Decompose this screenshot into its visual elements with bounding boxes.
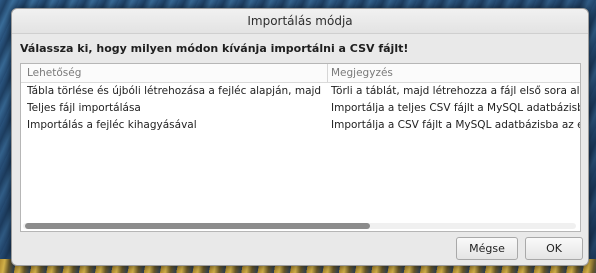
list-row[interactable]: Teljes fájl importálása Importálja a tel… [21,101,580,118]
row-option: Tábla törlése és újbóli létrehozása a fe… [27,85,323,97]
column-header-option[interactable]: Lehetőség [27,67,81,79]
row-option: Importálás a fejléc kihagyásával [27,119,197,131]
import-mode-dialog: Importálás módja Válassza ki, hogy milye… [11,8,589,266]
dialog-prompt: Válassza ki, hogy milyen módon kívánja i… [20,42,409,55]
column-separator[interactable] [327,64,328,82]
row-note: Importálja a teljes CSV fájlt a MySQL ad… [331,102,581,114]
row-note: Importálja a CSV fájlt a MySQL adatbázis… [331,119,580,131]
ok-button[interactable]: OK [525,237,583,260]
list-header: Lehetőség Megjegyzés [21,64,580,83]
row-note: Törli a táblát, majd létrehozza a fájl e… [331,85,580,97]
dialog-title: Importálás módja [12,9,588,34]
column-header-note[interactable]: Megjegyzés [331,67,393,79]
horizontal-scrollbar[interactable] [23,223,576,229]
cancel-button[interactable]: Mégse [456,237,518,260]
list-row[interactable]: Tábla törlése és újbóli létrehozása a fe… [21,84,580,101]
options-list[interactable]: Lehetőség Megjegyzés Tábla törlése és új… [20,63,581,232]
row-option: Teljes fájl importálása [27,102,141,114]
list-row[interactable]: Importálás a fejléc kihagyásával Importá… [21,118,580,135]
scrollbar-thumb[interactable] [25,223,370,229]
